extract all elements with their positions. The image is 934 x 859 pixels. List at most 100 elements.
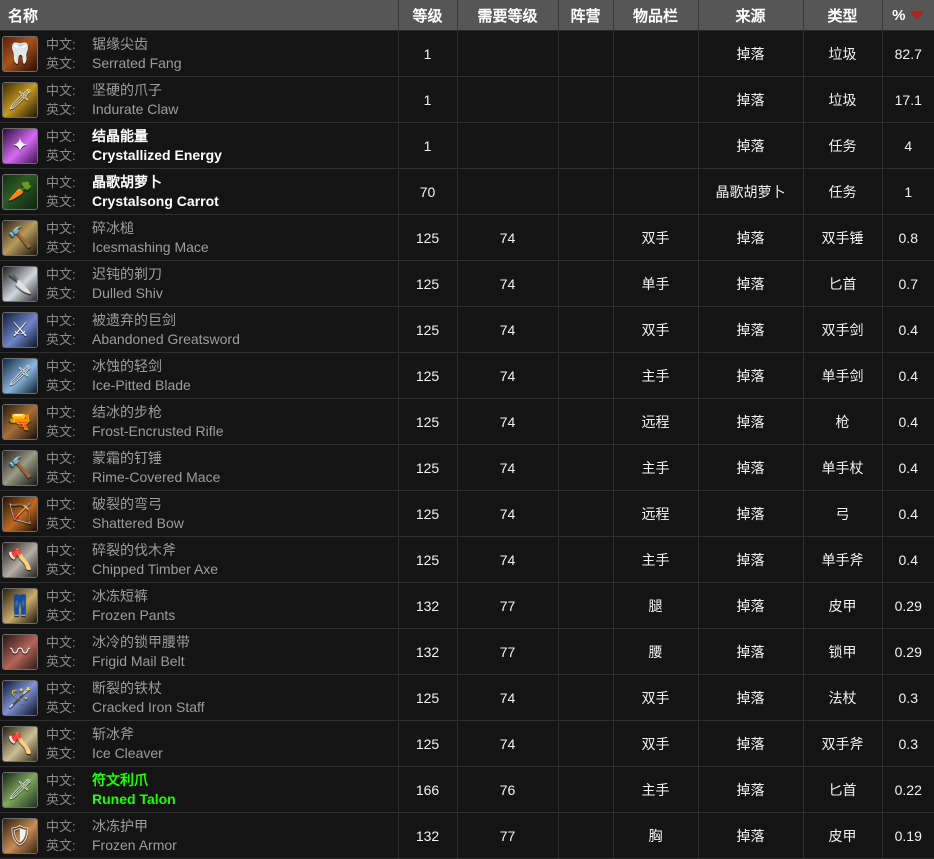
column-header-source[interactable]: 来源 [698, 0, 804, 31]
crystalsong-carrot-icon[interactable]: 🥕 [2, 173, 38, 210]
crystallized-energy-icon[interactable]: ✦ [2, 127, 38, 164]
cell-item-name[interactable]: 👖 中文: 冰冻短裤 英文: Frozen Pants [0, 582, 399, 629]
icesmashing-mace-icon[interactable]: 🔨 [2, 219, 38, 256]
table-row[interactable]: 👖 中文: 冰冻短裤 英文: Frozen Pants 132 77 腿掉落 皮甲 0.29 [0, 582, 934, 629]
cell-item-name[interactable]: ⚔ 中文: 被遗弃的巨剑 英文: Abandoned Greatsword [0, 306, 399, 353]
item-name-english[interactable]: Cracked Iron Staff [92, 698, 205, 717]
item-name-chinese[interactable]: 迟钝的剃刀 [92, 265, 162, 284]
cell-level: 132 [398, 628, 458, 675]
cell-item-name[interactable]: 🔪 中文: 迟钝的剃刀 英文: Dulled Shiv [0, 260, 399, 307]
item-name-english[interactable]: Frozen Pants [92, 606, 175, 625]
item-name-chinese[interactable]: 结冰的步枪 [92, 403, 162, 422]
item-name-english[interactable]: Crystallized Energy [92, 146, 222, 165]
column-header-level[interactable]: 等级 [398, 0, 458, 31]
column-header-percent[interactable]: % [882, 0, 934, 31]
serrated-fang-icon[interactable]: 🦷 [2, 35, 38, 72]
cracked-iron-staff-icon[interactable]: 🪄 [2, 679, 38, 716]
item-name-english[interactable]: Frozen Armor [92, 836, 177, 855]
cell-item-name[interactable]: 🗡 中文: 坚硬的爪子 英文: Indurate Claw [0, 76, 399, 123]
frigid-mail-belt-icon[interactable]: 〰 [2, 633, 38, 670]
table-row[interactable]: 🔪 中文: 迟钝的剃刀 英文: Dulled Shiv 125 74 单手 掉落 匕首 0.7 [0, 260, 934, 307]
cell-item-name[interactable]: 🔫 中文: 结冰的步枪 英文: Frost-Encrusted Rifle [0, 398, 399, 445]
frozen-armor-icon[interactable]: 🛡 [2, 817, 38, 854]
column-header-type[interactable]: 类型 [803, 0, 883, 31]
item-name-english[interactable]: Serrated Fang [92, 54, 182, 73]
ice-pitted-blade-icon[interactable]: 🗡 [2, 357, 38, 394]
table-row[interactable]: 🗡 中文: 符文利爪 英文: Runed Talon 166 76 主手 掉落 匕首 0.22 [0, 766, 934, 813]
table-row[interactable]: 🔫 中文: 结冰的步枪 英文: Frost-Encrusted Rifle 125 74 远程… [0, 398, 934, 445]
item-name-chinese[interactable]: 蒙霜的钉锤 [92, 449, 162, 468]
item-name-chinese[interactable]: 冰冻短裤 [92, 587, 148, 606]
cell-item-name[interactable]: 🪓 中文: 斩冰斧 英文: Ice Cleaver [0, 720, 399, 767]
abandoned-greatsword-icon[interactable]: ⚔ [2, 311, 38, 348]
item-name-english[interactable]: Crystalsong Carrot [92, 192, 219, 211]
item-name-english[interactable]: Runed Talon [92, 790, 176, 809]
frozen-pants-icon[interactable]: 👖 [2, 587, 38, 624]
item-name-english[interactable]: Indurate Claw [92, 100, 178, 119]
table-row[interactable]: 🦷 中文: 锯缘尖齿 英文: Serrated Fang 1 掉落 垃圾 82.7 [0, 30, 934, 77]
table-row[interactable]: 🔨 中文: 碎冰槌 英文: Icesmashing Mace 125 74 双手 掉落 双手锤 0.… [0, 214, 934, 261]
table-row[interactable]: 〰中文: 冰冷的锁甲腰带 英文: Frigid Mail Belt 132 77 腰掉落 锁甲… [0, 628, 934, 675]
frost-encrusted-rifle-icon[interactable]: 🔫 [2, 403, 38, 440]
item-name-chinese[interactable]: 断裂的铁杖 [92, 679, 162, 698]
item-name-chinese[interactable]: 破裂的弯弓 [92, 495, 162, 514]
table-row[interactable]: 🔨 中文: 蒙霜的钉锤 英文: Rime-Covered Mace 125 74 主手 掉落 单手… [0, 444, 934, 491]
cell-item-name[interactable]: 🛡 中文: 冰冻护甲 英文: Frozen Armor [0, 812, 399, 859]
table-row[interactable]: 🥕 中文: 晶歌胡萝卜 英文: Crystalsong Carrot 70 晶歌胡萝卜 任务 1 [0, 168, 934, 215]
cell-item-name[interactable]: 🗡 中文: 符文利爪 英文: Runed Talon [0, 766, 399, 813]
column-header-required-level[interactable]: 需要等级 [457, 0, 559, 31]
item-name-chinese[interactable]: 晶歌胡萝卜 [92, 173, 162, 192]
item-name-chinese[interactable]: 碎冰槌 [92, 219, 134, 238]
item-name-chinese[interactable]: 斩冰斧 [92, 725, 134, 744]
table-row[interactable]: 🪓 中文: 碎裂的伐木斧 英文: Chipped Timber Axe 125 74 主手 掉落… [0, 536, 934, 583]
cell-item-name[interactable]: 〰中文: 冰冷的锁甲腰带 英文: Frigid Mail Belt [0, 628, 399, 675]
cell-item-name[interactable]: 🪓 中文: 碎裂的伐木斧 英文: Chipped Timber Axe [0, 536, 399, 583]
item-name-chinese[interactable]: 锯缘尖齿 [92, 35, 148, 54]
table-row[interactable]: ⚔ 中文: 被遗弃的巨剑 英文: Abandoned Greatsword 125 74 双手… [0, 306, 934, 353]
cell-item-name[interactable]: 🪄 中文: 断裂的铁杖 英文: Cracked Iron Staff [0, 674, 399, 721]
cell-item-name[interactable]: 🏹 中文: 破裂的弯弓 英文: Shattered Bow [0, 490, 399, 537]
column-header-name[interactable]: 名称 [0, 0, 399, 31]
item-name-chinese[interactable]: 结晶能量 [92, 127, 148, 146]
item-name-english[interactable]: Dulled Shiv [92, 284, 163, 303]
item-name-chinese[interactable]: 冰冻护甲 [92, 817, 148, 836]
indurate-claw-icon[interactable]: 🗡 [2, 81, 38, 118]
item-name-english[interactable]: Ice Cleaver [92, 744, 163, 763]
ice-cleaver-icon[interactable]: 🪓 [2, 725, 38, 762]
item-name-english[interactable]: Ice-Pitted Blade [92, 376, 191, 395]
cell-item-name[interactable]: ✦ 中文: 结晶能量 英文: Crystallized Energy [0, 122, 399, 169]
table-row[interactable]: 🗡 中文: 坚硬的爪子 英文: Indurate Claw 1 掉落 垃圾 17.1 [0, 76, 934, 123]
column-header-slot[interactable]: 物品栏 [613, 0, 699, 31]
cell-item-name[interactable]: 🔨 中文: 蒙霜的钉锤 英文: Rime-Covered Mace [0, 444, 399, 491]
item-name-chinese[interactable]: 碎裂的伐木斧 [92, 541, 176, 560]
item-name-english[interactable]: Abandoned Greatsword [92, 330, 240, 349]
cell-source: 掉落 [698, 352, 804, 399]
dulled-shiv-icon[interactable]: 🔪 [2, 265, 38, 302]
item-name-english[interactable]: Chipped Timber Axe [92, 560, 218, 579]
item-name-english[interactable]: Rime-Covered Mace [92, 468, 220, 487]
item-name-english[interactable]: Icesmashing Mace [92, 238, 209, 257]
item-name-chinese[interactable]: 坚硬的爪子 [92, 81, 162, 100]
item-name-chinese[interactable]: 冰冷的锁甲腰带 [92, 633, 190, 652]
table-row[interactable]: 🗡 中文: 冰蚀的轻剑 英文: Ice-Pitted Blade 125 74 主手 掉落 单手剑… [0, 352, 934, 399]
item-name-chinese[interactable]: 被遗弃的巨剑 [92, 311, 176, 330]
rime-covered-mace-icon[interactable]: 🔨 [2, 449, 38, 486]
item-name-english[interactable]: Frigid Mail Belt [92, 652, 185, 671]
table-row[interactable]: 🛡 中文: 冰冻护甲 英文: Frozen Armor 132 77 胸掉落 皮甲 0.19 [0, 812, 934, 859]
cell-item-name[interactable]: 🗡 中文: 冰蚀的轻剑 英文: Ice-Pitted Blade [0, 352, 399, 399]
table-row[interactable]: 🪓 中文: 斩冰斧 英文: Ice Cleaver 125 74 双手 掉落 双手斧 0.3 [0, 720, 934, 767]
cell-item-name[interactable]: 🔨 中文: 碎冰槌 英文: Icesmashing Mace [0, 214, 399, 261]
item-name-chinese[interactable]: 冰蚀的轻剑 [92, 357, 162, 376]
table-row[interactable]: 🪄 中文: 断裂的铁杖 英文: Cracked Iron Staff 125 74 双手 掉落法… [0, 674, 934, 721]
cell-item-name[interactable]: 🥕 中文: 晶歌胡萝卜 英文: Crystalsong Carrot [0, 168, 399, 215]
shattered-bow-icon[interactable]: 🏹 [2, 495, 38, 532]
item-name-english[interactable]: Frost-Encrusted Rifle [92, 422, 223, 441]
item-name-english[interactable]: Shattered Bow [92, 514, 184, 533]
chipped-timber-axe-icon[interactable]: 🪓 [2, 541, 38, 578]
table-row[interactable]: ✦ 中文: 结晶能量 英文: Crystallized Energy 1 掉落 任务 4 [0, 122, 934, 169]
column-header-faction[interactable]: 阵营 [558, 0, 614, 31]
runed-talon-icon[interactable]: 🗡 [2, 771, 38, 808]
item-name-chinese[interactable]: 符文利爪 [92, 771, 148, 790]
table-row[interactable]: 🏹 中文: 破裂的弯弓 英文: Shattered Bow 125 74 远程 掉落弓 0.4 [0, 490, 934, 537]
cell-item-name[interactable]: 🦷 中文: 锯缘尖齿 英文: Serrated Fang [0, 30, 399, 77]
